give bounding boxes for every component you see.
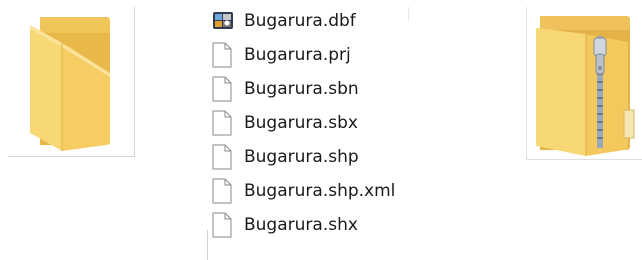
generic-file-icon — [208, 178, 234, 204]
file-name: Bugarura.sbn — [244, 79, 359, 99]
zip-folder-icon — [536, 16, 635, 156]
list-item[interactable]: Bugarura.dbf — [208, 4, 408, 38]
generic-file-icon — [208, 76, 234, 102]
generic-file-icon — [208, 42, 234, 68]
database-file-icon — [208, 8, 234, 34]
generic-file-icon — [208, 144, 234, 170]
file-name: Bugarura.shp.xml — [244, 181, 396, 201]
file-list: Bugarura.dbf Bugarura.prj Bugarura.sbn B… — [208, 4, 408, 260]
list-item[interactable]: Bugarura.shp.xml — [208, 174, 408, 208]
file-name: Bugarura.dbf — [244, 11, 356, 31]
list-item[interactable]: Bugarura.shp — [208, 140, 408, 174]
list-item[interactable]: Bugarura.sbn — [208, 72, 408, 106]
list-item[interactable]: Bugarura.sbx — [208, 106, 408, 140]
divider — [408, 7, 409, 21]
file-name: Bugarura.sbx — [244, 113, 358, 133]
file-name: Bugarura.prj — [244, 45, 351, 65]
generic-file-icon — [208, 110, 234, 136]
divider — [207, 230, 208, 260]
list-item[interactable]: Bugarura.prj — [208, 38, 408, 72]
file-name: Bugarura.shp — [244, 147, 359, 167]
folder-icon — [30, 17, 110, 151]
folder-tile[interactable] — [8, 7, 135, 157]
file-name: Bugarura.shx — [244, 215, 358, 235]
list-item[interactable]: Bugarura.shx — [208, 208, 408, 242]
generic-file-icon — [208, 212, 234, 238]
zip-folder-tile[interactable] — [526, 7, 642, 160]
